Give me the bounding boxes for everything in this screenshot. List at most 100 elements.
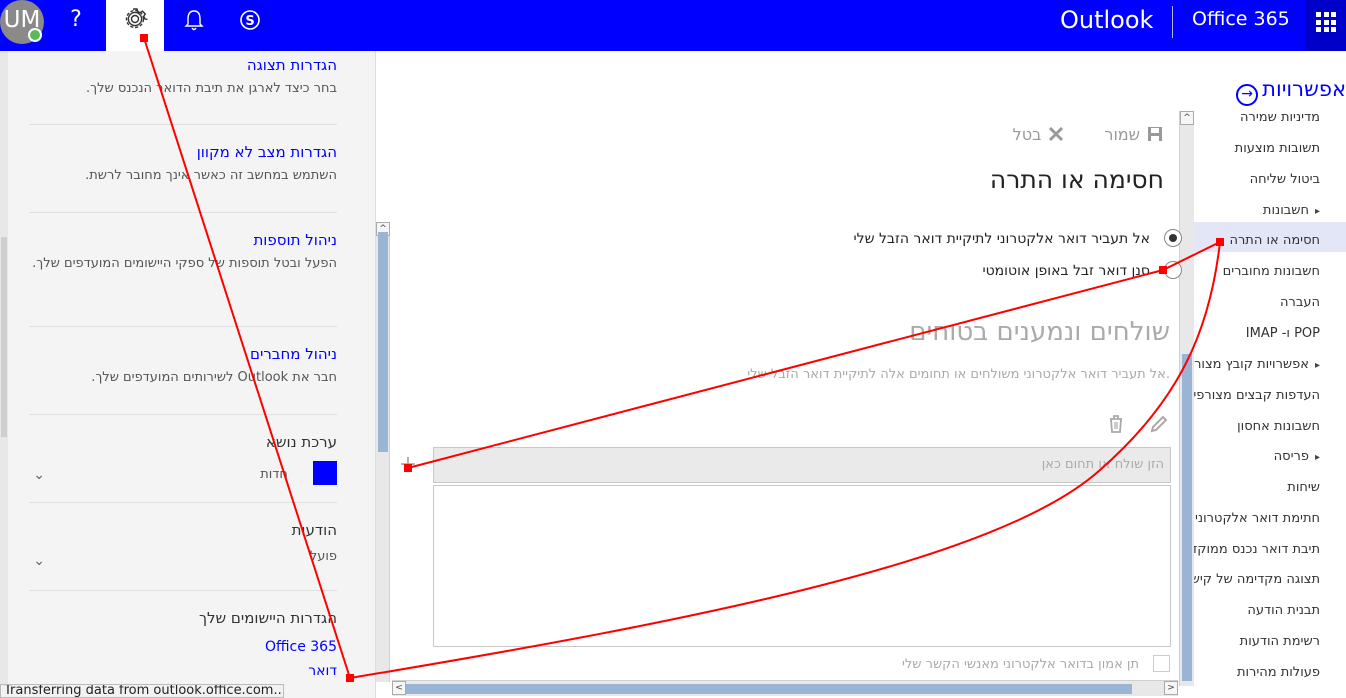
page-title: חסימה או התרה [989,165,1164,194]
offline-settings-block[interactable]: הגדרות מצב לא מקוון השתמש במחשב זה כאשר … [29,125,337,213]
options-header[interactable]: אפשרויות→ [1236,77,1346,106]
save-label: שמור [1104,125,1140,144]
nav-item[interactable]: תצוגה מקדימה של קישור [1194,572,1320,587]
title-divider [1172,6,1173,38]
theme-swatch [313,461,337,485]
quick-settings-pane: הגדרות תצוגה בחר כיצד לארגן את תיבת הדוא… [0,51,376,698]
list-tools [1089,413,1170,439]
cancel-label: בטל [1012,125,1042,144]
display-settings-desc: בחר כיצד לארגן את תיבת הדואר הנכנס שלך. [85,81,337,96]
nav-item[interactable]: מדיניות שמירה [1240,110,1320,125]
save-icon [1148,127,1162,141]
safe-senders-desc: אל תעביר דואר אלקטרוני משולחים או תחומים… [747,367,1170,382]
save-button[interactable]: שמור [1104,125,1164,144]
radio-auto-filter[interactable]: סנן דואר זבל באופן אוטומטי [982,261,1182,279]
delete-button[interactable] [1105,413,1127,435]
nav-item[interactable]: תשובות מוצעות [1235,141,1320,156]
nav-item[interactable]: העברה [1280,295,1320,310]
nav-item[interactable]: תיבת דואר נכנס ממוקדת [1194,542,1320,557]
manage-connectors-link[interactable]: ניהול מחברים [29,345,337,363]
options-content-pane: ^ ^ < > שמור בטל חסימה או התרה אל תעביר … [376,51,1194,698]
top-bar: UM ? S Outlook Office 365 [0,0,1346,51]
offline-settings-link[interactable]: הגדרות מצב לא מקוון [29,143,337,161]
notifications-block[interactable]: הודעות פועל ⌄ [29,503,337,591]
close-icon [1049,126,1064,142]
app-launcher-button[interactable] [1305,0,1346,51]
nav-group-header[interactable]: פריסה [1274,449,1320,464]
nav-item[interactable]: פעולות מהירות [1237,665,1320,680]
manage-addins-desc: הפעל ובטל תוספות של ספקי היישומים המועדפ… [32,256,337,271]
app-name[interactable]: Outlook [1060,6,1153,34]
offline-settings-desc: השתמש במחשב זה כאשר אינך מחובר לרשת. [85,168,337,183]
mail-settings-link[interactable]: דואר [29,663,337,679]
display-settings-link[interactable]: הגדרות תצוגה [29,56,337,74]
cancel-button[interactable]: בטל [1013,125,1066,144]
nav-item[interactable]: חשבונות מחוברים [1223,264,1320,279]
theme-block[interactable]: ערכת נושא חדות ⌄ [29,415,337,503]
connectors-block[interactable]: ניהול מחברים חבר את Outlook לשירותים המו… [29,327,337,415]
chevron-down-icon[interactable]: ⌄ [33,553,45,569]
radio-label: אל תעביר דואר אלקטרוני לתיקיית דואר הזבל… [853,231,1150,247]
safe-sender-input[interactable]: הזן שולח או תחום כאן [433,447,1171,483]
safe-senders-title: שולחים ונמענים בטוחים [909,317,1170,347]
theme-title: ערכת נושא [265,433,337,451]
radio-label: סנן דואר זבל באופן אוטומטי [982,263,1150,279]
form-toolbar: שמור בטל [979,125,1164,144]
back-arrow-icon[interactable]: → [1236,84,1259,106]
trust-contacts-checkbox[interactable] [1153,655,1170,672]
nav-item[interactable]: העדפות קבצים מצורפים [1194,388,1320,403]
gear-icon [125,8,148,29]
skype-button[interactable]: S [230,6,270,34]
radio-button-selected[interactable] [1164,229,1182,247]
trust-contacts-option[interactable]: תן אמון בדואר אלקטרוני מאנשי הקשר שלי [902,655,1170,672]
manage-connectors-desc: חבר את Outlook לשירותים המועדפים שלך. [91,370,337,385]
app-settings-block: הגדרות היישומים שלך Office 365 דואר [29,591,337,679]
trash-icon [1109,415,1122,433]
nav-item[interactable]: חתימת דואר אלקטרוני [1195,511,1320,526]
safe-senders-list[interactable] [433,485,1171,647]
settings-pane-scrollbar[interactable] [0,51,8,698]
scroll-left-icon[interactable]: < [392,681,406,695]
nav-item[interactable]: תבנית הודעה [1247,603,1320,618]
nav-group-header[interactable]: חשבונות [1263,203,1320,218]
user-avatar[interactable]: UM [0,0,44,44]
add-icon[interactable]: + [398,454,418,476]
notifications-button[interactable] [172,6,216,34]
notifications-title: הודעות [291,521,337,539]
radio-no-junk-folder[interactable]: אל תעביר דואר אלקטרוני לתיקיית דואר הזבל… [853,229,1182,247]
notifications-value: פועל [309,549,337,564]
scroll-up-icon[interactable]: ^ [1180,111,1194,125]
chevron-down-icon[interactable]: ⌄ [33,467,45,483]
svg-text:S: S [245,14,254,29]
bell-icon [184,10,204,31]
manage-addins-link[interactable]: ניהול תוספות [29,231,337,249]
office365-settings-link[interactable]: Office 365 [29,639,337,655]
content-vertical-scrollbar[interactable]: ^ [376,222,390,682]
nav-item[interactable]: ביטול שליחה [1250,172,1320,187]
settings-button[interactable] [106,0,164,51]
pencil-icon [1150,415,1168,433]
suite-name[interactable]: Office 365 [1192,8,1290,30]
help-icon: ? [70,7,82,32]
radio-button[interactable] [1164,261,1182,279]
theme-selector[interactable]: חדות [29,461,337,485]
edit-button[interactable] [1148,413,1170,435]
scroll-right-icon[interactable]: > [1164,681,1178,695]
form-vertical-scrollbar[interactable]: ^ [1179,111,1194,686]
nav-group-header[interactable]: אפשרויות קובץ מצורף [1194,357,1320,372]
options-nav: אפשרויות→ מדיניות שמירה תשובות מוצעות ביטו… [1194,51,1346,698]
app-settings-title: הגדרות היישומים שלך [198,609,337,627]
presence-available-icon [28,28,42,42]
help-button[interactable]: ? [54,0,98,44]
form-horizontal-scrollbar[interactable]: < > [392,680,1178,696]
theme-value: חדות [260,466,288,482]
nav-item[interactable]: חשבונות אחסון [1237,419,1320,434]
nav-item-selected[interactable]: חסימה או התרה [1229,233,1320,248]
addins-block[interactable]: ניהול תוספות הפעל ובטל תוספות של ספקי הי… [29,213,337,327]
nav-item[interactable]: POP ו- IMAP [1246,326,1320,341]
skype-icon: S [240,10,260,30]
nav-item[interactable]: רשימת הודעות [1240,634,1320,649]
nav-item[interactable]: שיחות [1287,480,1320,495]
status-bar: Transferring data from outlook.office.co… [0,684,284,698]
display-settings-block[interactable]: הגדרות תצוגה בחר כיצד לארגן את תיבת הדוא… [29,51,337,125]
